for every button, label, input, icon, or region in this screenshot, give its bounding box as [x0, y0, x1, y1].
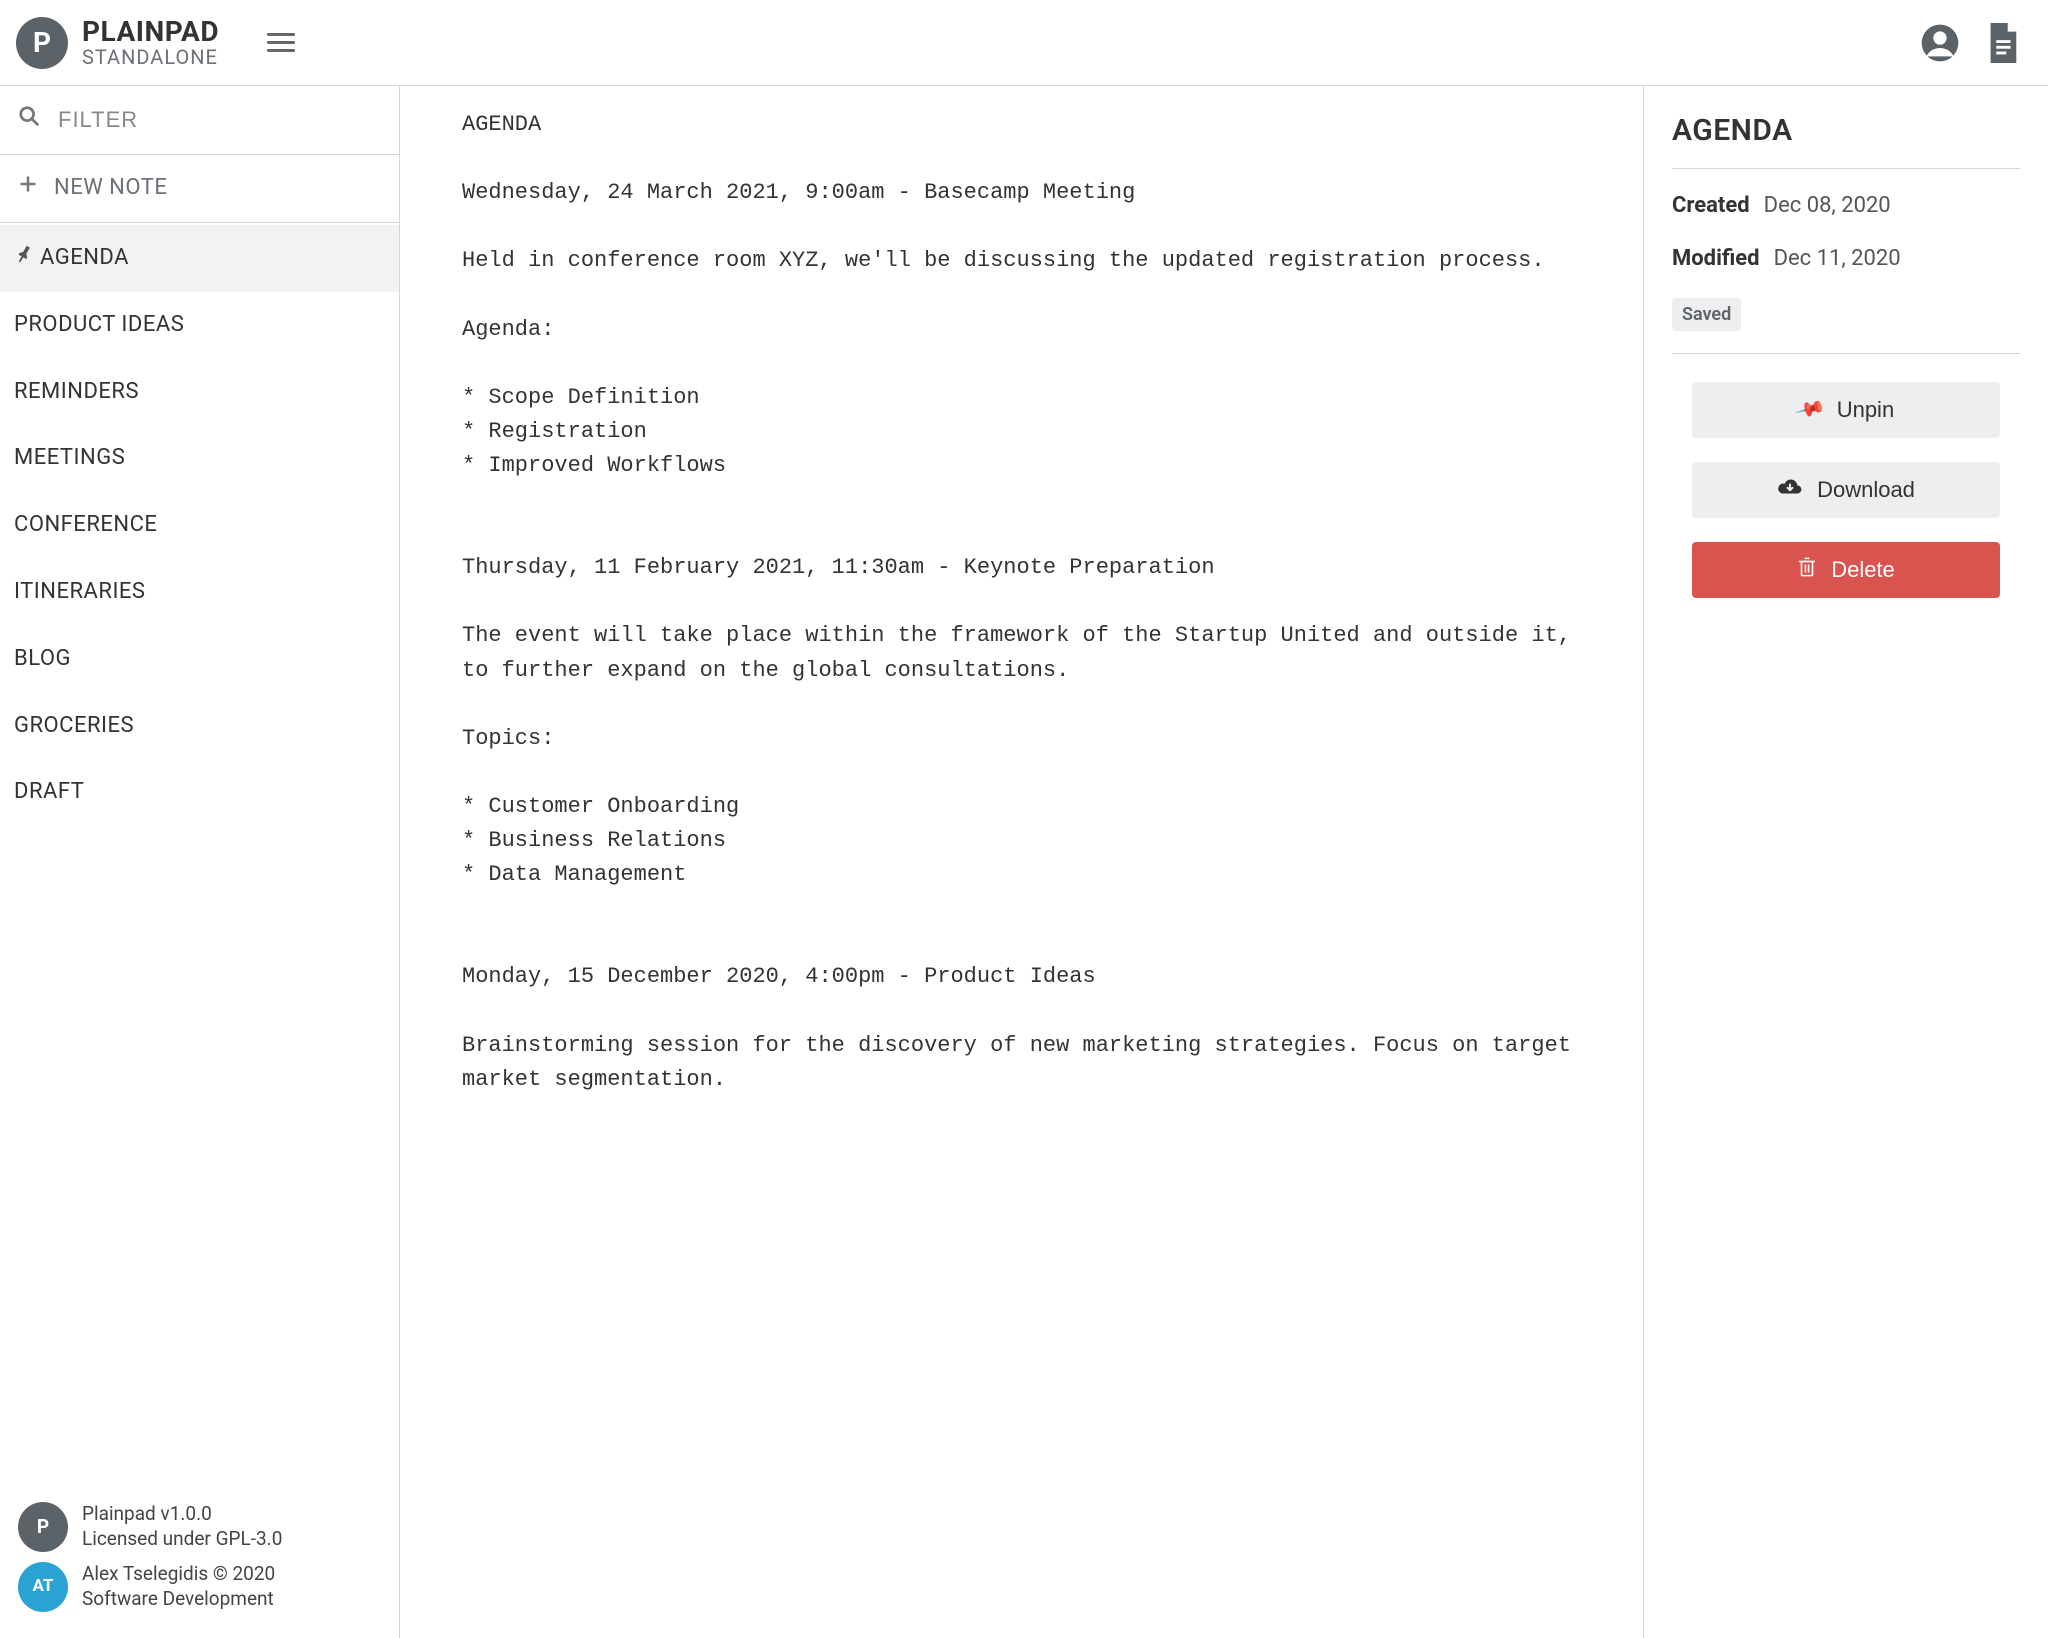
note-item-label: MEETINGS	[14, 443, 125, 474]
footer-license-link[interactable]: GPL-3.0	[216, 1527, 283, 1550]
divider	[1672, 168, 2020, 169]
pin-icon	[9, 242, 35, 272]
note-item-label: PRODUCT IDEAS	[14, 310, 184, 341]
note-item[interactable]: MEETINGS	[0, 425, 399, 492]
app-header: P PLAINPAD STANDALONE	[0, 0, 2048, 86]
note-item[interactable]: DRAFT	[0, 759, 399, 826]
new-note-button[interactable]: NEW NOTE	[0, 155, 399, 223]
note-item[interactable]: ITINERARIES	[0, 559, 399, 626]
menu-toggle-button[interactable]	[267, 33, 295, 52]
properties-panel: AGENDA Created Dec 08, 2020 Modified Dec…	[1644, 86, 2048, 1638]
note-item[interactable]: PRODUCT IDEAS	[0, 292, 399, 359]
note-item-label: GROCERIES	[14, 711, 134, 742]
footer-license-prefix: Licensed under	[82, 1527, 216, 1550]
created-value: Dec 08, 2020	[1764, 191, 1891, 222]
divider	[1672, 353, 2020, 354]
app-title: PLAINPAD	[82, 17, 219, 46]
footer-version: v1.0.0	[161, 1502, 212, 1525]
unpin-label: Unpin	[1837, 397, 1894, 423]
note-item[interactable]: AGENDA	[0, 225, 399, 292]
note-item-label: AGENDA	[40, 243, 129, 274]
modified-value: Dec 11, 2020	[1774, 244, 1901, 275]
document-icon[interactable]	[1984, 23, 2020, 63]
note-item-label: REMINDERS	[14, 377, 139, 408]
delete-label: Delete	[1831, 557, 1895, 583]
filter-input[interactable]	[56, 106, 381, 134]
note-item[interactable]: BLOG	[0, 626, 399, 693]
editor-scroll[interactable]: AGENDA Wednesday, 24 March 2021, 9:00am …	[400, 86, 1644, 1638]
note-editor[interactable]: AGENDA Wednesday, 24 March 2021, 9:00am …	[400, 86, 1643, 1137]
footer-author-icon: AT	[18, 1562, 68, 1612]
logo-text: PLAINPAD STANDALONE	[82, 17, 219, 67]
note-item-label: ITINERARIES	[14, 577, 146, 608]
new-note-label: NEW NOTE	[54, 173, 167, 204]
plus-icon	[18, 173, 38, 204]
note-item-label: DRAFT	[14, 777, 84, 808]
sidebar: NEW NOTE AGENDA PRODUCT IDEAS REMINDERS MEE…	[0, 86, 400, 1638]
download-button[interactable]: Download	[1692, 462, 2000, 518]
footer-logo-icon: P	[18, 1502, 68, 1552]
logo-icon: P	[16, 17, 68, 69]
note-item[interactable]: CONFERENCE	[0, 492, 399, 559]
cloud-download-icon	[1777, 476, 1803, 504]
footer-tagline: Software Development	[82, 1587, 274, 1610]
main-area: AGENDA Wednesday, 24 March 2021, 9:00am …	[400, 86, 2048, 1638]
created-label: Created	[1672, 191, 1750, 222]
filter-row	[0, 86, 399, 155]
unpin-button[interactable]: 📌 Unpin	[1692, 382, 2000, 438]
properties-title: AGENDA	[1672, 110, 2020, 152]
search-icon	[18, 104, 40, 136]
logo[interactable]: P PLAINPAD STANDALONE	[16, 17, 219, 69]
footer-author-link[interactable]: Alex Tselegidis	[82, 1562, 213, 1585]
note-item-label: CONFERENCE	[14, 510, 157, 541]
download-label: Download	[1817, 477, 1915, 503]
note-item[interactable]: REMINDERS	[0, 359, 399, 426]
note-item[interactable]: GROCERIES	[0, 693, 399, 760]
app-subtitle: STANDALONE	[82, 47, 219, 68]
saved-badge: Saved	[1672, 298, 1741, 331]
delete-button[interactable]: Delete	[1692, 542, 2000, 598]
footer-app-name: Plainpad	[82, 1502, 161, 1525]
sidebar-footer: P Plainpad v1.0.0 Licensed under GPL-3.0…	[0, 1486, 399, 1638]
footer-copyright: © 2020	[213, 1562, 275, 1585]
user-icon[interactable]	[1920, 23, 1960, 63]
pin-icon: 📌	[1793, 393, 1827, 427]
note-item-label: BLOG	[14, 644, 71, 675]
modified-label: Modified	[1672, 244, 1760, 275]
notes-list: AGENDA PRODUCT IDEAS REMINDERS MEETINGS CONF…	[0, 223, 399, 1486]
trash-icon	[1797, 556, 1817, 584]
